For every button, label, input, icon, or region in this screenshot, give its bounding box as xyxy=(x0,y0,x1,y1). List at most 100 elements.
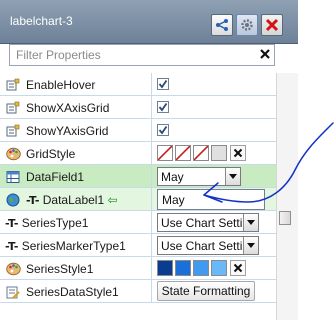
seriesmarkertype1-name: SeriesMarkerType1 xyxy=(21,239,126,253)
chevron-down-icon xyxy=(243,237,258,254)
close-button[interactable] xyxy=(261,14,283,36)
property-icon xyxy=(5,123,21,138)
property-name-cell: -T- DataLabel1 ⇦ xyxy=(0,188,152,211)
palette-icon xyxy=(5,146,21,161)
state-formatting-button[interactable]: State Formatting xyxy=(157,281,255,301)
seriesstyle-swatches xyxy=(157,260,227,276)
style-swatch[interactable] xyxy=(193,145,209,161)
style-swatch[interactable] xyxy=(157,145,173,161)
property-label: GridStyle xyxy=(26,147,76,161)
property-label: DataField1 xyxy=(26,170,85,184)
filter-input[interactable] xyxy=(9,44,275,66)
style-swatch[interactable] xyxy=(211,145,227,161)
gear-icon xyxy=(241,19,253,31)
close-icon xyxy=(265,18,279,32)
property-value-cell xyxy=(152,119,276,142)
property-value-cell xyxy=(152,257,276,280)
seriesmarkertype1-dropdown[interactable]: Use Chart Setting xyxy=(157,236,259,255)
x-icon xyxy=(233,263,243,273)
property-value-cell xyxy=(152,73,276,96)
datalabel1-name: DataLabel1 xyxy=(42,193,105,207)
style-swatch[interactable] xyxy=(211,260,227,276)
edit-list-icon xyxy=(5,284,21,299)
property-value-cell: Use Chart Setting xyxy=(152,211,276,234)
checkmark-icon xyxy=(158,125,168,135)
palette-icon xyxy=(5,261,21,276)
text-type-icon: -T- xyxy=(26,194,40,207)
style-swatch[interactable] xyxy=(157,260,173,276)
property-label: SeriesStyle1 xyxy=(26,262,94,276)
property-name-cell: SeriesStyle1 xyxy=(0,257,152,280)
dropdown-value: May xyxy=(161,170,184,184)
clear-style-button[interactable] xyxy=(230,145,246,161)
property-name-cell: -T- SeriesType1 xyxy=(0,211,152,234)
property-grid: EnableHover ShowXAxisGrid ShowYAxisGrid … xyxy=(0,73,276,320)
property-label: -T- DataLabel1 ⇦ xyxy=(26,193,118,207)
property-icon xyxy=(5,77,21,92)
property-row: GridStyle xyxy=(0,142,276,165)
property-label: -T- SeriesMarkerType1 xyxy=(5,239,126,253)
datafield1-dropdown[interactable]: May xyxy=(157,167,241,186)
settings-button[interactable] xyxy=(236,14,258,36)
dropdown-value: Use Chart Setting xyxy=(161,239,256,253)
property-name-cell: ShowXAxisGrid xyxy=(0,96,152,119)
dropdown-value: Use Chart Setting xyxy=(161,216,256,230)
property-row: -T- SeriesType1 Use Chart Setting xyxy=(0,211,276,234)
clear-filter-button[interactable] xyxy=(257,46,273,62)
property-row: ShowXAxisGrid xyxy=(0,96,276,119)
property-row: SeriesDataStyle1 State Formatting xyxy=(0,280,276,303)
property-label: ShowXAxisGrid xyxy=(26,101,110,115)
property-row: -T- DataLabel1 ⇦ xyxy=(0,188,276,211)
property-row: ShowYAxisGrid xyxy=(0,119,276,142)
style-swatch[interactable] xyxy=(175,145,191,161)
property-value-cell xyxy=(152,96,276,119)
property-name-cell: -T- SeriesMarkerType1 xyxy=(0,234,152,257)
share-button[interactable] xyxy=(211,14,233,36)
property-label: EnableHover xyxy=(26,78,96,92)
property-name-cell: DataField1 xyxy=(0,165,152,188)
checkmark-icon xyxy=(158,102,168,112)
property-label: -T- SeriesType1 xyxy=(5,216,88,230)
showyaxisgrid-checkbox[interactable] xyxy=(157,124,169,136)
gridstyle-swatches xyxy=(157,145,227,161)
properties-panel: labelchart-3 Filter Properties EnableHov… xyxy=(0,0,298,320)
clear-style-button[interactable] xyxy=(230,260,246,276)
property-name-cell: GridStyle xyxy=(0,142,152,165)
chevron-down-icon xyxy=(225,168,240,185)
property-value-cell: State Formatting xyxy=(152,280,276,303)
globe-icon xyxy=(5,192,21,207)
text-type-icon: -T- xyxy=(5,240,19,253)
clear-x-icon xyxy=(260,49,270,59)
property-label: SeriesDataStyle1 xyxy=(26,285,119,299)
vertical-scrollbar[interactable] xyxy=(276,73,298,320)
property-row: EnableHover xyxy=(0,73,276,96)
property-value-cell xyxy=(152,188,276,211)
panel-header: labelchart-3 xyxy=(0,0,298,44)
table-icon xyxy=(5,169,21,184)
property-label: ShowYAxisGrid xyxy=(26,124,109,138)
panel-title: labelchart-3 xyxy=(10,14,73,28)
text-type-icon: -T- xyxy=(5,217,19,230)
style-swatch[interactable] xyxy=(193,260,209,276)
seriestype1-dropdown[interactable]: Use Chart Setting xyxy=(157,213,259,232)
property-name-cell: ShowYAxisGrid xyxy=(0,119,152,142)
property-row: SeriesStyle1 xyxy=(0,257,276,280)
style-swatch[interactable] xyxy=(175,260,191,276)
enablehover-checkbox[interactable] xyxy=(157,78,169,90)
x-icon xyxy=(233,148,243,158)
property-value-cell: Use Chart Setting xyxy=(152,234,276,257)
seriestype1-name: SeriesType1 xyxy=(21,216,89,230)
arrow-left-icon: ⇦ xyxy=(107,193,118,207)
property-row: -T- SeriesMarkerType1 Use Chart Setting xyxy=(0,234,276,257)
datalabel1-field[interactable] xyxy=(157,189,265,210)
share-icon xyxy=(216,19,228,31)
property-value-cell: May xyxy=(152,165,276,188)
scrollbar-thumb[interactable] xyxy=(279,211,291,225)
property-name-cell: SeriesDataStyle1 xyxy=(0,280,152,303)
property-row: DataField1 May xyxy=(0,165,276,188)
property-name-cell: EnableHover xyxy=(0,73,152,96)
property-value-cell xyxy=(152,142,276,165)
showxaxisgrid-checkbox[interactable] xyxy=(157,101,169,113)
property-icon xyxy=(5,100,21,115)
chevron-down-icon xyxy=(243,214,258,231)
